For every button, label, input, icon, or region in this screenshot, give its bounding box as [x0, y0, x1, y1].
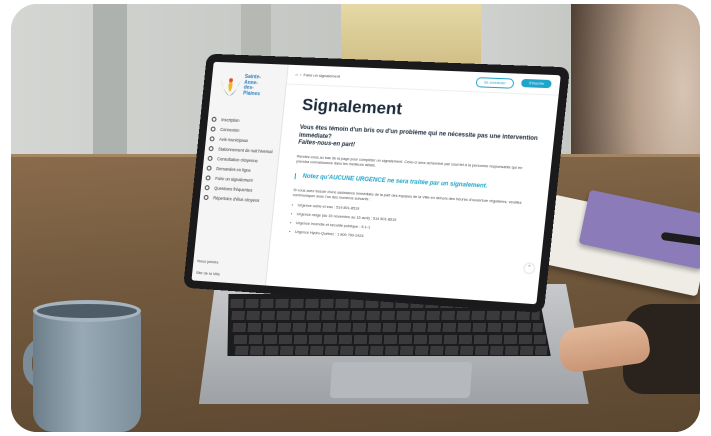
- sidebar-item-label: Demandes en ligne: [215, 166, 252, 173]
- mug-rim: [33, 300, 141, 322]
- sidebar-item-avis[interactable]: Avis municipaux: [209, 136, 279, 144]
- mug: [33, 308, 141, 432]
- scroll-top-icon[interactable]: ⌃: [524, 263, 535, 274]
- laptop-screen: Sainte- Anne- des- Plaines Inscription C…: [191, 61, 561, 305]
- sidebar-item-demandes[interactable]: Demandes en ligne: [206, 165, 276, 175]
- sidebar-link-city-site[interactable]: Site de la Ville: [196, 270, 221, 277]
- sidebar-item-stationnement[interactable]: Stationnement de nuit hivernal: [208, 146, 278, 154]
- sidebar-item-label: Questions fréquentes: [213, 185, 253, 193]
- help-icon: [204, 185, 210, 191]
- breadcrumb-current: Faire un signalement: [303, 72, 341, 79]
- sidebar-item-label: Inscription: [220, 117, 240, 123]
- flag-icon: [205, 175, 211, 181]
- topbar: ⌂ › Faire un signalement Se connecter S'…: [286, 64, 561, 96]
- user-icon: [210, 126, 216, 132]
- sidebar-item-questions[interactable]: Questions fréquentes: [204, 185, 273, 194]
- page-title: Signalement: [301, 95, 404, 119]
- sidebar-item-label: Stationnement de nuit hivernal: [217, 146, 273, 155]
- sidebar-menu: Inscription Connexion Avis municipaux St…: [203, 116, 281, 209]
- sidebar-item-consultation[interactable]: Consultation citoyenne: [207, 155, 277, 165]
- home-icon[interactable]: ⌂: [295, 72, 298, 77]
- intro-paragraph: Rendez-vous au bas de la page pour compl…: [296, 153, 523, 170]
- sidebar-item-repertoire[interactable]: Répertoire d'élus citoyens: [203, 194, 272, 204]
- city-logo-icon: [219, 78, 241, 97]
- sidebar-item-label: Connexion: [219, 126, 240, 133]
- list-icon: [203, 194, 209, 201]
- main-content: Signalement Vous êtes témoin d'un bris o…: [283, 95, 543, 303]
- edit-icon: [206, 165, 212, 171]
- laptop-lid: Sainte- Anne- des- Plaines Inscription C…: [183, 53, 571, 314]
- background-post: [93, 4, 127, 179]
- sidebar-item-connexion[interactable]: Connexion: [210, 126, 280, 135]
- sidebar-item-label: Avis municipaux: [218, 136, 249, 144]
- sidebar: Sainte- Anne- des- Plaines Inscription C…: [191, 61, 289, 286]
- city-logo-text: Sainte- Anne- des- Plaines: [242, 73, 262, 97]
- sidebar-item-label: Répertoire d'élus citoyens: [212, 195, 260, 203]
- photo-frame: Sainte- Anne- des- Plaines Inscription C…: [11, 4, 700, 432]
- login-button[interactable]: Se connecter: [475, 77, 515, 89]
- sidebar-link-contact[interactable]: Nous joindre: [197, 258, 219, 264]
- sidebar-item-signalement[interactable]: Faire un signalement: [205, 175, 274, 184]
- chat-icon: [207, 155, 213, 161]
- laptop-trackpad: [329, 362, 473, 398]
- sidebar-item-label: Consultation citoyenne: [216, 156, 259, 164]
- sidebar-item-inscription[interactable]: Inscription: [211, 116, 281, 125]
- breadcrumb: ⌂ › Faire un signalement: [295, 71, 341, 79]
- megaphone-icon: [209, 136, 215, 142]
- parking-icon: [208, 146, 214, 152]
- sidebar-item-label: Faire un signalement: [214, 175, 253, 183]
- signup-button[interactable]: S'inscrire: [521, 78, 552, 89]
- user-icon: [211, 116, 217, 122]
